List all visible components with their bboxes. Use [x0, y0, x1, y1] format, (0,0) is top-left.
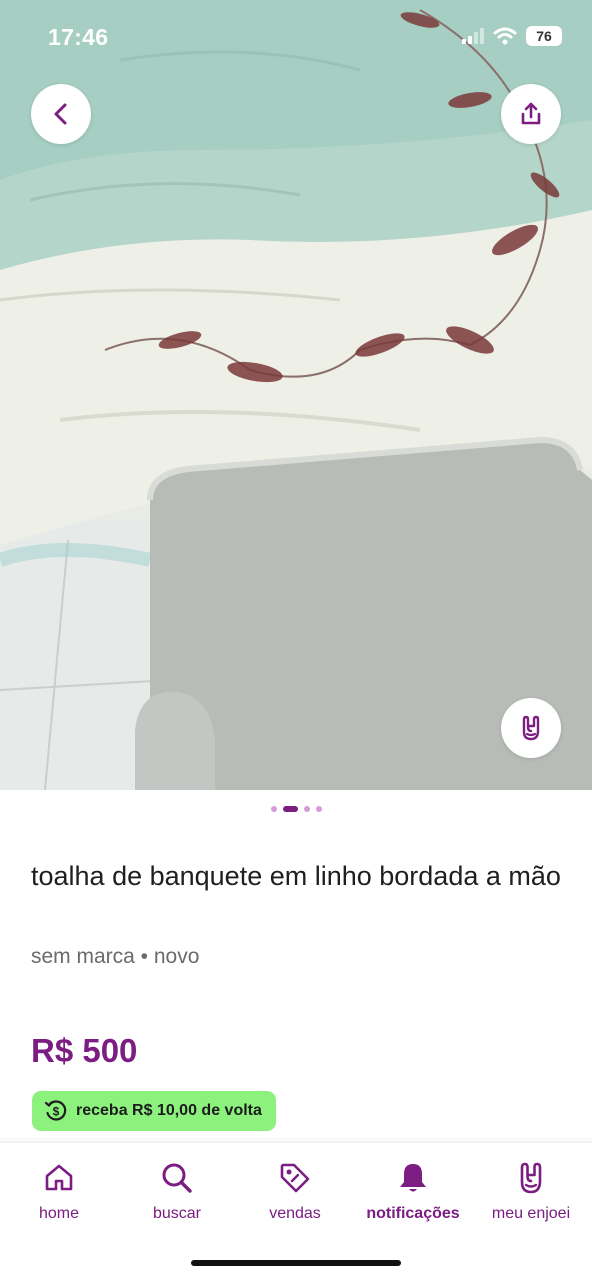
nav-label-home: home — [38, 1205, 80, 1222]
product-price: R$ 500 — [31, 1032, 138, 1069]
status-icons: 76 — [462, 26, 562, 46]
nav-label-buscar: buscar — [152, 1205, 202, 1222]
nav-item-buscar[interactable]: buscar — [118, 1159, 236, 1223]
wifi-icon — [493, 27, 517, 45]
nav-item-notificacoes[interactable]: notificações — [354, 1159, 472, 1223]
chevron-left-icon — [54, 103, 67, 125]
home-indicator[interactable] — [191, 1260, 401, 1266]
battery-indicator: 76 — [526, 26, 562, 46]
nav-item-vendas[interactable]: vendas — [236, 1159, 354, 1223]
product-title: toalha de banquete em linho bordada a mã… — [31, 861, 561, 891]
rock-hand-icon — [522, 715, 540, 741]
carousel-dot[interactable] — [315, 806, 322, 812]
share-icon — [521, 102, 541, 125]
carousel-indicator[interactable] — [0, 806, 592, 812]
house-icon — [45, 1164, 73, 1191]
tag-icon — [280, 1163, 310, 1193]
carousel-dot[interactable] — [303, 806, 310, 812]
product-meta: sem marca • novo — [31, 945, 200, 968]
like-button[interactable] — [501, 698, 561, 758]
cashback-badge[interactable]: $ receba R$ 10,00 de volta — [32, 1091, 276, 1131]
bell-icon — [400, 1164, 426, 1192]
product-photo[interactable]: 17:46 76 — [0, 0, 592, 790]
nav-item-home[interactable]: home — [0, 1159, 118, 1223]
cashback-icon: $ — [44, 1100, 67, 1121]
search-icon — [162, 1163, 192, 1193]
nav-item-meu-enjoei[interactable]: meu enjoei — [472, 1159, 590, 1223]
signal-icon — [462, 28, 484, 44]
rock-hand-icon — [520, 1162, 542, 1194]
carousel-dot-active[interactable] — [282, 806, 298, 812]
nav-label-vendas: vendas — [269, 1205, 321, 1222]
cashback-label: receba R$ 10,00 de volta — [76, 1102, 262, 1119]
carousel-dot[interactable] — [270, 806, 277, 812]
status-time: 17:46 — [48, 24, 109, 50]
back-button[interactable] — [31, 84, 91, 144]
svg-text:$: $ — [53, 1105, 60, 1119]
share-button[interactable] — [501, 84, 561, 144]
nav-label-meu-enjoei: meu enjoei — [491, 1205, 571, 1222]
nav-label-notificacoes: notificações — [366, 1205, 460, 1222]
